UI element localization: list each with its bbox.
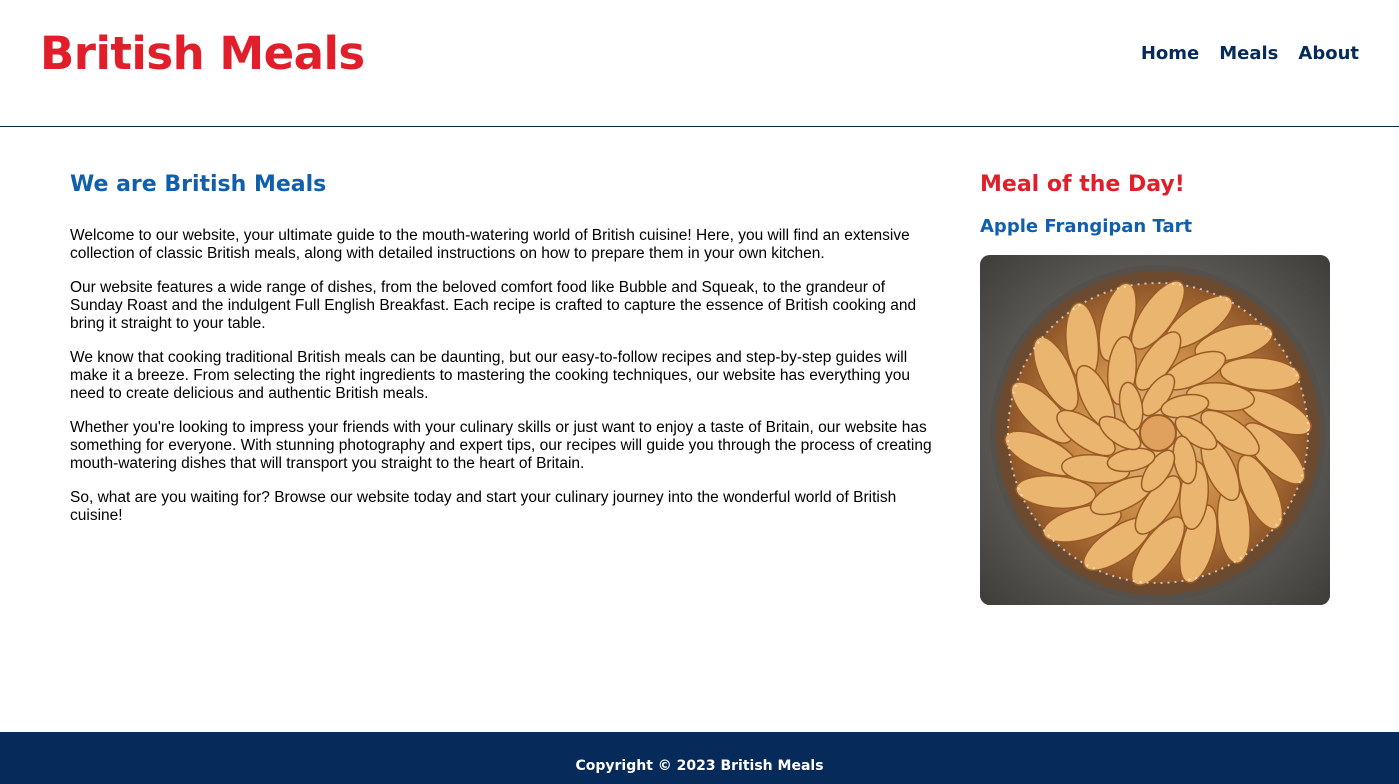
meal-of-the-day: Meal of the Day! Apple Frangipan Tart [980, 170, 1330, 605]
site-header: British Meals Home Meals About [0, 0, 1399, 127]
meal-name: Apple Frangipan Tart [980, 216, 1193, 237]
nav-link-about[interactable]: About [1298, 42, 1359, 66]
nav-link-home[interactable]: Home [1141, 42, 1199, 66]
intro-paragraph: We know that cooking traditional British… [70, 349, 911, 402]
intro-paragraph: Welcome to our website, your ultimate gu… [70, 227, 910, 262]
intro-section: We are British Meals Welcome to our webs… [70, 170, 936, 541]
site-logo[interactable]: British Meals [40, 26, 365, 82]
intro-paragraph: Whether you're looking to impress your f… [70, 419, 932, 472]
site-footer: Copyright © 2023 British Meals [0, 732, 1399, 784]
intro-paragraph: So, what are you waiting for? Browse our… [70, 489, 897, 524]
apple-tart-photo [980, 255, 1330, 605]
intro-title: We are British Meals [70, 172, 327, 197]
meal-of-the-day-title: Meal of the Day! [980, 172, 1185, 197]
nav-link-meals[interactable]: Meals [1219, 42, 1278, 66]
main-nav: Home Meals About [1141, 42, 1359, 66]
intro-paragraph: Our website features a wide range of dis… [70, 279, 917, 332]
copyright-text: Copyright © 2023 British Meals [575, 758, 824, 774]
